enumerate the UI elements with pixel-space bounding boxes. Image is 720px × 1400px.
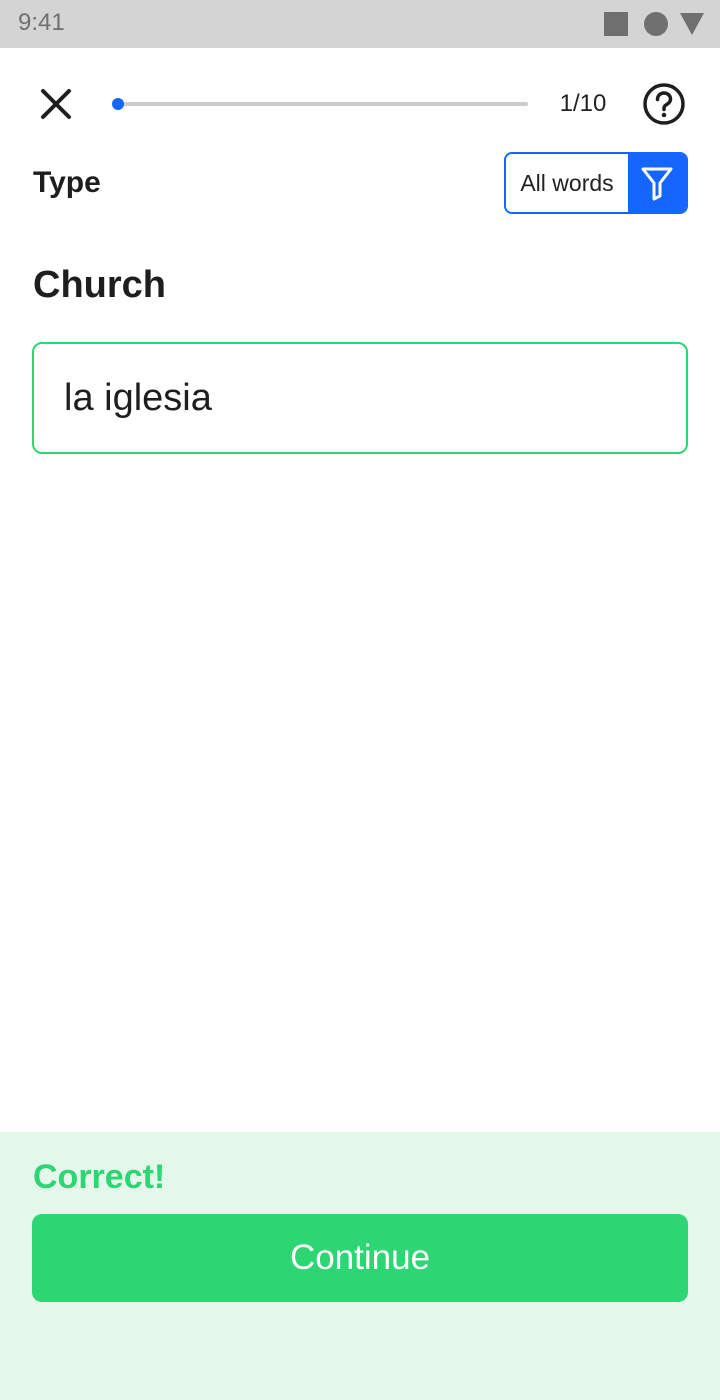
circle-icon — [644, 12, 668, 36]
filter-select[interactable]: All words — [506, 154, 628, 212]
progress-indicator — [112, 98, 124, 110]
filter-icon — [641, 167, 673, 201]
close-button[interactable] — [32, 80, 80, 128]
square-icon — [604, 12, 628, 36]
progress-counter: 1/10 — [559, 90, 607, 117]
app-screen: 9:41 1/10 Type All words Church la igles… — [0, 0, 720, 1400]
triangle-icon — [680, 13, 704, 35]
answer-input[interactable] — [32, 342, 688, 454]
close-icon — [41, 89, 71, 119]
word-filter: All words — [504, 152, 688, 214]
feedback-panel: Correct! Continue — [0, 1132, 720, 1400]
help-button[interactable] — [642, 82, 686, 126]
status-bar: 9:41 — [0, 0, 720, 48]
progress-track — [118, 102, 528, 106]
question-circle-icon — [643, 83, 685, 125]
mode-label: Type — [33, 166, 101, 199]
status-time: 9:41 — [18, 9, 65, 36]
prompt-word: Church — [33, 264, 166, 306]
filter-button[interactable] — [628, 154, 686, 212]
continue-button[interactable]: Continue — [32, 1214, 688, 1302]
feedback-title: Correct! — [33, 1158, 166, 1196]
